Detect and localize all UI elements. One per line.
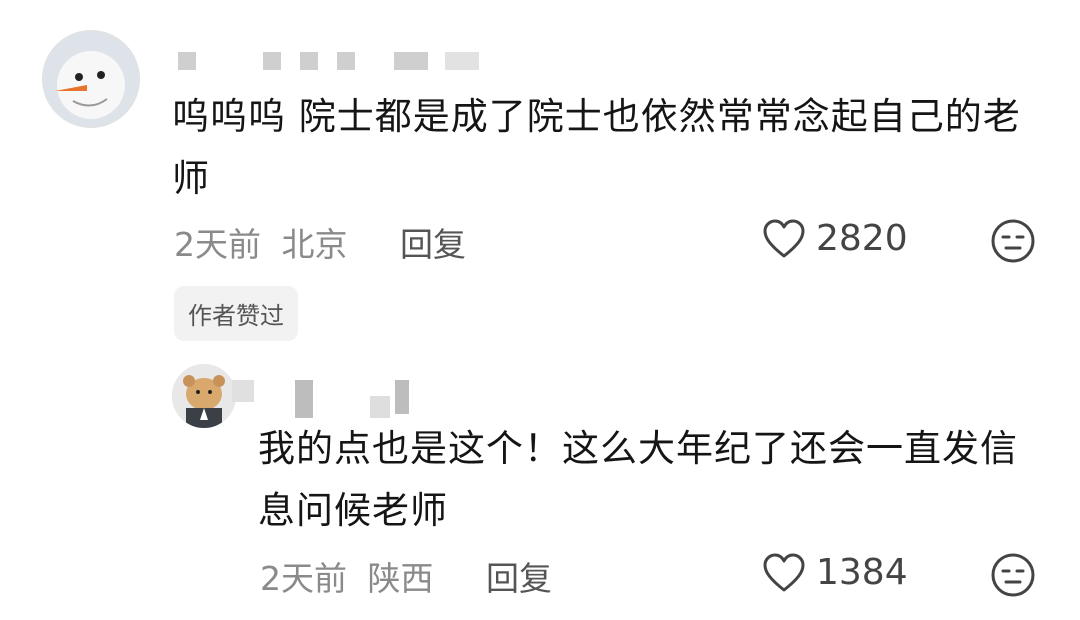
reply-button[interactable]: 回复 — [400, 218, 466, 266]
heart-icon — [762, 219, 806, 259]
comment-time: 2天前 — [174, 225, 261, 264]
like-button[interactable]: 2820 — [762, 218, 908, 259]
username-blurred[interactable] — [178, 52, 480, 72]
comment-text: 呜呜呜 院士都是成了院士也依然常常念起自己的老师 — [172, 95, 1021, 200]
heart-icon — [762, 553, 806, 593]
username-blurred[interactable] — [232, 380, 410, 420]
avatar[interactable] — [42, 30, 140, 128]
like-count: 2820 — [816, 218, 908, 259]
comment-time: 2天前 — [260, 559, 347, 598]
author-liked-badge: 作者赞过 — [174, 286, 298, 341]
like-count: 1384 — [816, 552, 908, 593]
dislike-face-icon[interactable] — [990, 552, 1036, 598]
reply-button[interactable]: 回复 — [486, 552, 552, 600]
avatar[interactable] — [172, 364, 236, 428]
comment-location: 北京 — [281, 225, 348, 264]
comment-meta: 2天前 陕西 — [260, 552, 434, 600]
dislike-face-icon[interactable] — [990, 218, 1036, 264]
like-button[interactable]: 1384 — [762, 552, 908, 593]
comment-location: 陕西 — [367, 559, 434, 598]
comment-meta: 2天前 北京 — [174, 218, 348, 266]
comment-text: 我的点也是这个！这么大年纪了还会一直发信息问候老师 — [258, 427, 1018, 532]
